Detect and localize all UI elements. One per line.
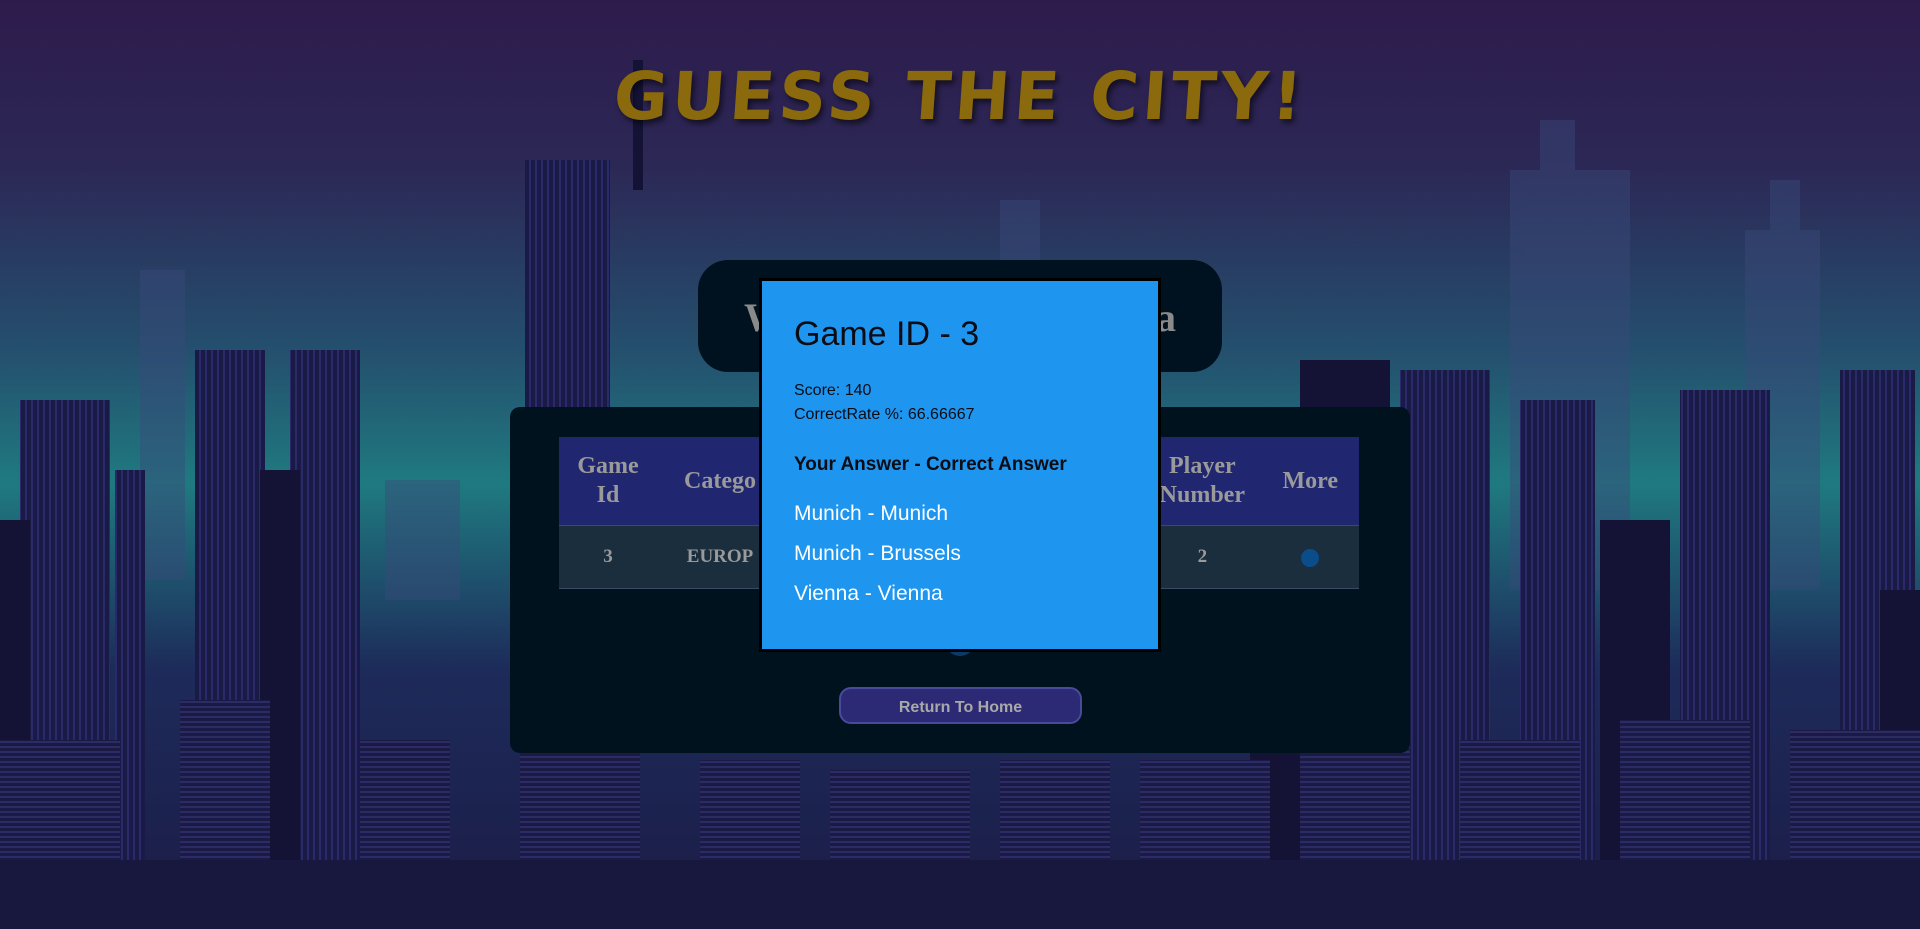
answers-header: Your Answer - Correct Answer [794,454,1067,475]
modal-correct-rate: CorrectRate %: 66.66667 [794,406,975,423]
more-details-icon[interactable] [1301,548,1320,567]
return-home-button[interactable]: Return To Home [839,687,1082,724]
game-details-modal: Game ID - 3 Score: 140 CorrectRate %: 66… [759,278,1161,652]
cell-more [1261,525,1359,589]
list-item: Vienna - Vienna [794,582,943,605]
modal-score: Score: 140 [794,382,872,399]
modal-title: Game ID - 3 [794,315,980,353]
answers-list: Munich - Munich Munich - Brussels Vienna… [794,502,961,622]
list-item: Munich - Brussels [794,542,961,565]
column-more: More [1261,437,1359,526]
list-item: Munich - Munich [794,502,949,525]
cell-game-id: 3 [559,525,658,589]
column-game-id: Game Id [559,437,658,526]
game-title: GUESS THE CITY! [611,58,1309,135]
